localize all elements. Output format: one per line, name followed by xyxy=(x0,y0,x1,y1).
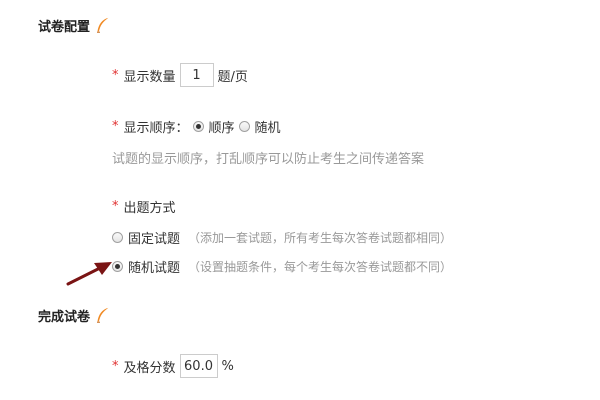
pass-score-unit: % xyxy=(221,358,234,374)
section-finish: 完成试卷 xyxy=(38,305,110,325)
pass-score-row: * 及格分数 % xyxy=(112,354,234,378)
display-count-row: * 显示数量 题/页 xyxy=(112,63,248,87)
required-mark: * xyxy=(112,67,119,83)
display-order-label: 显示顺序： xyxy=(123,120,189,136)
fixed-questions-option: 固定试题 （添加一套试题，所有考生每次答卷试题都相同） xyxy=(112,225,452,249)
random-questions-label[interactable]: 随机试题 xyxy=(128,257,180,276)
fixed-questions-radio[interactable] xyxy=(112,231,123,243)
display-count-unit: 题/页 xyxy=(217,69,248,85)
feather-icon xyxy=(96,307,110,323)
exam-settings-page: 试卷配置 * 显示数量 题/页 * 显示顺序： 顺序 随机 试题的显示顺序，打乱… xyxy=(0,0,600,400)
display-count-label: 显示数量 xyxy=(123,69,176,85)
random-questions-desc: （设置抽题条件，每个考生每次答卷试题都不同） xyxy=(188,259,453,274)
required-mark: * xyxy=(112,118,119,134)
fixed-questions-desc: （添加一套试题，所有考生每次答卷试题都相同） xyxy=(188,230,453,245)
feather-icon xyxy=(96,17,110,33)
pointer-arrow-icon xyxy=(66,262,112,286)
section-finish-title: 完成试卷 xyxy=(38,309,91,325)
fixed-questions-label[interactable]: 固定试题 xyxy=(128,228,180,247)
question-mode-row: * 出题方式 xyxy=(112,194,176,218)
pass-score-label: 及格分数 xyxy=(123,360,176,376)
display-count-input[interactable] xyxy=(179,63,214,87)
question-mode-label: 出题方式 xyxy=(123,200,176,216)
section-exam-config-title: 试卷配置 xyxy=(38,19,91,35)
pass-score-input[interactable] xyxy=(179,354,218,378)
section-exam-config: 试卷配置 xyxy=(38,15,110,35)
random-questions-option: 随机试题 （设置抽题条件，每个考生每次答卷试题都不同） xyxy=(112,254,452,278)
order-random-label[interactable]: 随机 xyxy=(255,117,281,136)
display-order-row: * 显示顺序： 顺序 随机 xyxy=(112,114,281,138)
order-sequential-radio[interactable] xyxy=(192,120,204,132)
order-sequential-label[interactable]: 顺序 xyxy=(209,117,235,136)
order-random-radio[interactable] xyxy=(238,120,250,132)
required-mark: * xyxy=(112,198,119,214)
display-order-hint: 试题的显示顺序，打乱顺序可以防止考生之间传递答案 xyxy=(112,151,425,167)
required-mark: * xyxy=(112,358,119,374)
